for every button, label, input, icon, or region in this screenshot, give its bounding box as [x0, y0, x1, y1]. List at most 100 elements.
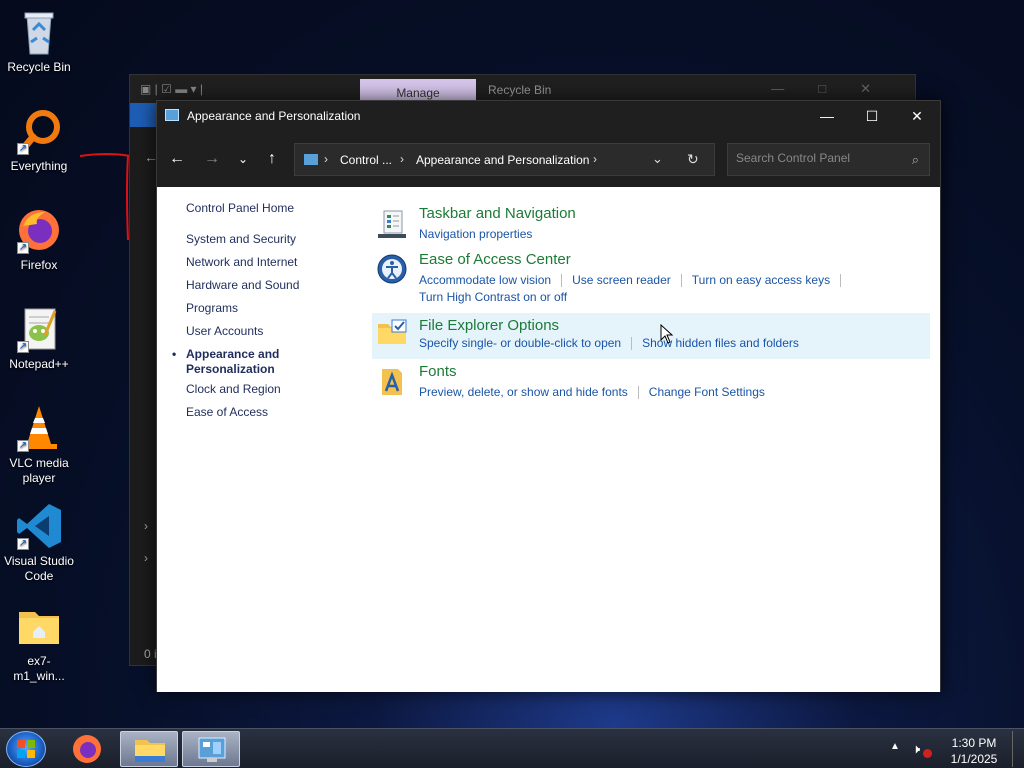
firefox-icon: [73, 735, 101, 763]
desktop-icon-firefox[interactable]: ↗ Firefox: [2, 206, 76, 273]
file-menu-tab[interactable]: [130, 103, 158, 127]
minimize-button[interactable]: —: [804, 101, 850, 131]
nav-programs[interactable]: Programs: [186, 301, 346, 324]
search-box[interactable]: ⌕: [727, 143, 930, 176]
section-title-ease-of-access[interactable]: Ease of Access Center: [419, 251, 571, 268]
link-separator: [561, 274, 563, 288]
nav-user-accounts[interactable]: User Accounts: [186, 324, 346, 347]
section-links: Accommodate low vision Use screen reader T…: [419, 273, 851, 288]
control-panel-home-link[interactable]: Control Panel Home: [186, 201, 346, 215]
link-easy-access-keys[interactable]: Turn on easy access keys: [692, 273, 830, 287]
desktop-icon-everything[interactable]: ↗ Everything: [2, 107, 76, 174]
desktop-icon-recycle-bin[interactable]: Recycle Bin: [2, 8, 76, 75]
section-title-file-explorer-options[interactable]: File Explorer Options: [419, 317, 559, 334]
nav-clock-and-region[interactable]: Clock and Region: [186, 382, 346, 405]
up-arrow-icon[interactable]: ↑: [260, 147, 284, 171]
back-arrow-icon[interactable]: ←: [165, 147, 189, 171]
forward-arrow-icon[interactable]: →: [200, 147, 224, 171]
volume-icon[interactable]: 🕨: [912, 741, 920, 757]
maximize-button[interactable]: ☐: [849, 101, 895, 131]
link-high-contrast[interactable]: Turn High Contrast on or off: [419, 290, 567, 304]
window-title: Appearance and Personalization: [187, 109, 361, 123]
desktop-icon-notepadpp[interactable]: ↗ Notepad++: [2, 305, 76, 372]
link-single-double-click[interactable]: Specify single- or double-click to open: [419, 336, 621, 350]
ease-of-access-icon: [376, 253, 408, 285]
link-separator: [637, 386, 639, 400]
link-separator: [631, 337, 633, 351]
shortcut-arrow-icon: ↗: [17, 242, 29, 254]
quick-access-toolbar-icons: ▣ | ☑ ▬ ▾ |: [140, 82, 204, 96]
control-panel-window[interactable]: Appearance and Personalization — ☐ ✕ ← →…: [156, 100, 941, 692]
nav-appearance-and-personalization: Appearance and Personalization: [172, 347, 346, 382]
recycle-bin-window-controls: —□✕: [771, 81, 905, 96]
search-input[interactable]: [736, 151, 896, 165]
section-title-fonts[interactable]: Fonts: [419, 363, 457, 380]
search-icon[interactable]: ⌕: [912, 152, 919, 168]
link-use-screen-reader[interactable]: Use screen reader: [572, 273, 671, 287]
recent-locations-chevron-icon[interactable]: ⌄: [231, 147, 255, 171]
taskbar-firefox[interactable]: [58, 731, 116, 767]
mute-badge-icon: [923, 749, 932, 758]
link-navigation-properties[interactable]: Navigation properties: [419, 227, 532, 241]
shortcut-arrow-icon: ↗: [17, 143, 29, 155]
desktop-icon-vlc[interactable]: ↗ VLC media player: [2, 404, 76, 486]
breadcrumb-arrow-icon[interactable]: ›: [400, 152, 404, 166]
shortcut-arrow-icon: ↗: [17, 341, 29, 353]
everything-icon: ↗: [15, 107, 63, 155]
fonts-icon: [376, 365, 408, 397]
taskbar-icon: [376, 207, 408, 239]
expand-chevron-icon[interactable]: ›: [144, 519, 148, 533]
file-explorer-icon: [135, 740, 165, 762]
section-links: Specify single- or double-click to open S…: [419, 336, 799, 351]
vlc-cone-icon: ↗: [15, 404, 63, 452]
link-preview-fonts[interactable]: Preview, delete, or show and hide fonts: [419, 385, 628, 399]
section-file-explorer-options: File Explorer Options Specify single- or…: [372, 313, 930, 359]
show-desktop-button[interactable]: [1012, 731, 1022, 767]
notepadpp-icon: ↗: [15, 305, 63, 353]
folder-options-icon: [376, 318, 408, 350]
section-taskbar-and-navigation: Taskbar and Navigation Navigation proper…: [372, 205, 930, 245]
taskbar-file-explorer[interactable]: [120, 731, 178, 767]
link-accommodate-low-vision[interactable]: Accommodate low vision: [419, 273, 551, 287]
shortcut-arrow-icon: ↗: [17, 538, 29, 550]
desktop-icon-vscode[interactable]: ↗ Visual Studio Code: [2, 502, 76, 584]
nav-ease-of-access[interactable]: Ease of Access: [186, 405, 346, 428]
folder-icon: [15, 602, 63, 650]
control-panel-icon: [304, 154, 318, 165]
close-button[interactable]: ✕: [894, 101, 940, 131]
control-panel-icon: [198, 737, 226, 762]
taskbar-control-panel[interactable]: [182, 731, 240, 767]
link-separator: [680, 274, 682, 288]
system-clock[interactable]: 1:30 PM 1/1/2025: [946, 735, 1002, 767]
desktop-icon-folder[interactable]: ex7-m1_win...: [2, 602, 76, 684]
content-area: Control Panel Home System and Security N…: [157, 187, 940, 692]
nav-network-and-internet[interactable]: Network and Internet: [186, 255, 346, 278]
firefox-icon: ↗: [15, 206, 63, 254]
start-button[interactable]: [6, 731, 46, 767]
status-item-count: 0 i: [144, 647, 157, 661]
expand-chevron-icon[interactable]: ›: [144, 551, 148, 565]
refresh-icon[interactable]: ↻: [687, 151, 699, 168]
recycle-bin-icon: [15, 8, 63, 56]
link-separator: [840, 274, 842, 288]
desktop-icon-label: Everything: [10, 159, 68, 173]
address-dropdown-chevron-icon[interactable]: ⌄: [652, 151, 663, 167]
recycle-bin-titlebar: ▣ | ☑ ▬ ▾ | Manage Recycle Bin —□✕: [130, 75, 915, 103]
desktop-icon-label: Firefox: [20, 258, 58, 272]
link-change-font-settings[interactable]: Change Font Settings: [649, 385, 765, 399]
left-nav: Control Panel Home System and Security N…: [172, 201, 346, 428]
section-links: Turn High Contrast on or off: [419, 290, 567, 304]
breadcrumb-arrow-icon[interactable]: ›: [593, 152, 597, 166]
windows-logo-icon: [17, 740, 35, 758]
section-title-taskbar[interactable]: Taskbar and Navigation: [419, 205, 576, 222]
nav-hardware-and-sound[interactable]: Hardware and Sound: [186, 278, 346, 301]
breadcrumb-control-panel[interactable]: Control ...: [340, 153, 392, 167]
nav-system-and-security[interactable]: System and Security: [186, 232, 346, 255]
desktop-icon-label: Visual Studio Code: [4, 554, 74, 583]
address-bar[interactable]: › Control ... › Appearance and Personali…: [294, 143, 715, 176]
tray-overflow-arrow-icon[interactable]: ▲: [890, 741, 900, 752]
control-panel-titlebar: Appearance and Personalization — ☐ ✕: [157, 101, 940, 131]
control-panel-icon: [165, 109, 179, 121]
breadcrumb-arrow-icon[interactable]: ›: [324, 152, 328, 166]
breadcrumb-appearance[interactable]: Appearance and Personalization: [416, 153, 589, 167]
